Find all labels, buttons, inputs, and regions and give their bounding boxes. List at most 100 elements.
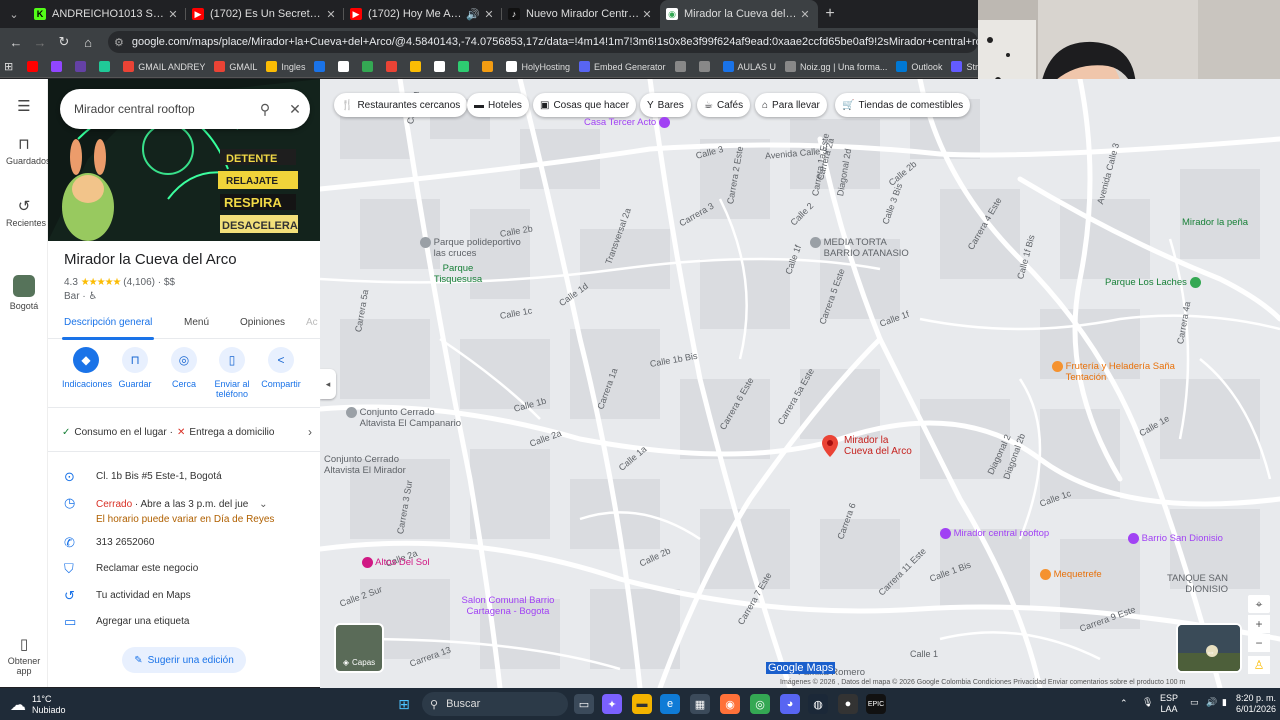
menu-icon[interactable]: ☰ <box>0 97 48 118</box>
store-icon[interactable]: ▦ <box>690 694 710 714</box>
save-button[interactable]: ⊓ Guardar <box>111 347 159 389</box>
start-icon[interactable]: ⊞ <box>394 694 414 714</box>
rail-saved[interactable]: ⊓ Guardados <box>0 135 51 166</box>
browser-tab-active[interactable]: ◉Mirador la Cueva del Arco - Go✕ <box>660 0 818 28</box>
tab-reviews[interactable]: Opiniones <box>240 317 285 328</box>
poi-parque-tisquesusa[interactable]: Parque Tisquesusa <box>428 263 488 285</box>
volume-icon[interactable]: 🔊 <box>1206 697 1217 708</box>
tab-overview[interactable]: Descripción general <box>64 317 152 328</box>
rail-get-app[interactable]: ▯ Obtener app <box>0 635 48 676</box>
weather-widget[interactable]: ☁ 11°C Nubiado <box>10 694 66 716</box>
poi-media-torta[interactable]: MEDIA TORTA BARRIO ATANASIO <box>810 237 914 259</box>
poi-parque-polideportivo[interactable]: Parque polideportivo las cruces <box>420 237 524 259</box>
bookmark-item[interactable] <box>338 61 353 72</box>
poi-conjunto-mirador[interactable]: Conjunto Cerrado Altavista El Mirador <box>324 454 414 476</box>
poi-mequetrefe[interactable]: Mequetrefe <box>1040 569 1102 580</box>
bookmark-item[interactable] <box>51 61 66 72</box>
forward-icon[interactable]: → <box>28 35 52 50</box>
poi-parque-laches[interactable]: Parque Los Laches <box>1105 277 1201 288</box>
home-icon[interactable]: ⌂ <box>76 35 100 50</box>
send-to-phone-button[interactable]: ▯ Enviar al teléfono <box>208 347 256 399</box>
bookmark-item[interactable]: HolyHosting <box>506 61 570 72</box>
street-view-thumbnail[interactable]: ⇔ <box>1176 623 1242 673</box>
chrome-icon[interactable]: ◎ <box>750 694 770 714</box>
site-info-icon[interactable]: ⚙ <box>114 36 124 49</box>
maps-activity-row[interactable]: ↺ Tu actividad en Maps <box>64 589 304 602</box>
chip-bars[interactable]: Y Bares <box>640 93 691 117</box>
close-tab-icon[interactable]: ✕ <box>798 8 812 21</box>
edge-icon[interactable]: e <box>660 694 680 714</box>
my-location-icon[interactable]: ⌖ <box>1248 595 1270 613</box>
rail-bogota[interactable]: Bogotá <box>0 275 48 311</box>
chip-takeout[interactable]: ⌂ Para llevar <box>755 93 827 117</box>
place-hero-photo[interactable]: DETENTE RELAJATE RESPIRA DESACELERA Mira… <box>48 79 320 241</box>
obs-icon[interactable]: ● <box>838 694 858 714</box>
bookmark-item[interactable]: Outlook <box>896 61 942 72</box>
poi-mirador-pena[interactable]: Mirador la peña <box>1182 217 1248 228</box>
firefox-icon[interactable]: ◉ <box>720 694 740 714</box>
close-tab-icon[interactable]: ✕ <box>166 8 180 21</box>
tab-search-icon[interactable]: ⌄ <box>0 0 28 28</box>
share-button[interactable]: < Compartir <box>257 347 305 389</box>
close-icon[interactable]: ✕ <box>280 101 310 118</box>
browser-tab[interactable]: ▶(1702) Es Un Secreto (Remaster✕ <box>186 0 344 28</box>
directions-button[interactable]: ◆ Indicaciones <box>62 347 112 389</box>
bookmark-item[interactable] <box>698 61 714 72</box>
bookmark-item[interactable]: AULAS U <box>722 61 776 72</box>
bookmark-item[interactable] <box>362 61 377 72</box>
poi-fruteria[interactable]: Frutería y Heladería Saña Tentación <box>1052 361 1176 383</box>
chip-groceries[interactable]: 🛒 Tiendas de comestibles <box>835 93 971 117</box>
bookmark-item[interactable]: Ingles <box>266 61 305 72</box>
zoom-out-button[interactable]: − <box>1248 634 1270 652</box>
phone-row[interactable]: ✆ 313 2652060 <box>64 536 304 549</box>
new-tab-button[interactable]: + <box>818 0 842 28</box>
task-view-icon[interactable]: ▭ <box>574 694 594 714</box>
battery-icon[interactable]: ▮ <box>1222 697 1227 708</box>
address-row[interactable]: ⊙ Cl. 1b Bis #5 Este-1, Bogotá <box>64 470 304 483</box>
nearby-button[interactable]: ◎ Cerca <box>160 347 208 389</box>
reload-icon[interactable]: ↻ <box>52 34 76 50</box>
poi-conjunto-campanario[interactable]: Conjunto Cerrado Altavista El Campanario <box>346 407 470 429</box>
chevron-down-icon[interactable]: ⌄ <box>259 499 267 510</box>
poi-mirador-central[interactable]: Mirador central rooftop <box>940 528 1049 539</box>
audio-icon[interactable]: 🔊 <box>464 8 482 21</box>
bookmark-item[interactable] <box>99 61 114 72</box>
bookmark-item[interactable]: GMAIL <box>214 61 257 72</box>
tab-about[interactable]: Ac <box>306 317 318 328</box>
epic-games-icon[interactable]: EPIC <box>866 694 886 714</box>
bookmark-item[interactable]: GMAIL ANDREY <box>123 61 205 72</box>
bookmark-item[interactable] <box>434 61 449 72</box>
hours-row[interactable]: ◷ Cerrado · Abre a las 3 p.m. del jue ⌄ E… <box>64 496 304 527</box>
place-rating[interactable]: 4.3 ★★★★★ (4,106) · $$ <box>64 277 175 288</box>
microphone-icon[interactable]: 🎙 <box>1142 697 1153 708</box>
close-tab-icon[interactable]: ✕ <box>482 8 496 21</box>
chip-restaurants[interactable]: 🍴 Restaurantes cercanos <box>334 93 468 117</box>
copilot-icon[interactable]: ✦ <box>602 694 622 714</box>
search-icon[interactable]: ⚲ <box>250 101 280 118</box>
chip-cafes[interactable]: ☕ Cafés <box>697 93 751 117</box>
layers-button[interactable]: ◈ Capas <box>334 623 384 673</box>
collapse-panel-icon[interactable]: ◂ <box>320 369 336 399</box>
claim-business-row[interactable]: ⛉ Reclamar este negocio <box>64 562 304 575</box>
close-tab-icon[interactable]: ✕ <box>640 8 654 21</box>
bookmark-item[interactable] <box>75 61 90 72</box>
suggest-edit-button[interactable]: ✎ Sugerir una edición <box>122 647 246 673</box>
browser-tab[interactable]: KANDREICHO1013 Stream - Wat✕ <box>28 0 186 28</box>
tray-overflow-icon[interactable]: ⌃ <box>1120 698 1128 709</box>
tab-menu[interactable]: Menú <box>184 317 209 328</box>
rail-recent[interactable]: ↺ Recientes <box>0 197 48 228</box>
bookmark-item[interactable] <box>386 61 401 72</box>
browser-tab[interactable]: ♪Nuevo Mirador Central Rooftop✕ <box>502 0 660 28</box>
address-bar[interactable]: ⚙ google.com/maps/place/Mirador+la+Cueva+… <box>108 31 978 53</box>
language-indicator[interactable]: ESP LAA <box>1160 693 1178 715</box>
poi-tanque[interactable]: TANQUE SAN DIONISIO <box>1162 573 1228 595</box>
back-icon[interactable]: ← <box>4 35 28 50</box>
clock[interactable]: 8:20 p. m. 6/01/2026 <box>1228 693 1276 715</box>
browser-tab[interactable]: ▶(1702) Hoy Me Atrevo - You🔊✕ <box>344 0 502 28</box>
chip-things-to-do[interactable]: ▣ Cosas que hacer <box>533 93 637 117</box>
search-input[interactable]: Mirador central rooftop ⚲ ✕ <box>60 89 310 129</box>
poi-salon-comunal[interactable]: Salon Comunal Barrio Cartagena - Bogota <box>458 595 558 617</box>
apps-icon[interactable]: ⊞ <box>4 60 13 73</box>
bookmark-item[interactable] <box>482 61 497 72</box>
bookmark-item[interactable] <box>314 61 329 72</box>
